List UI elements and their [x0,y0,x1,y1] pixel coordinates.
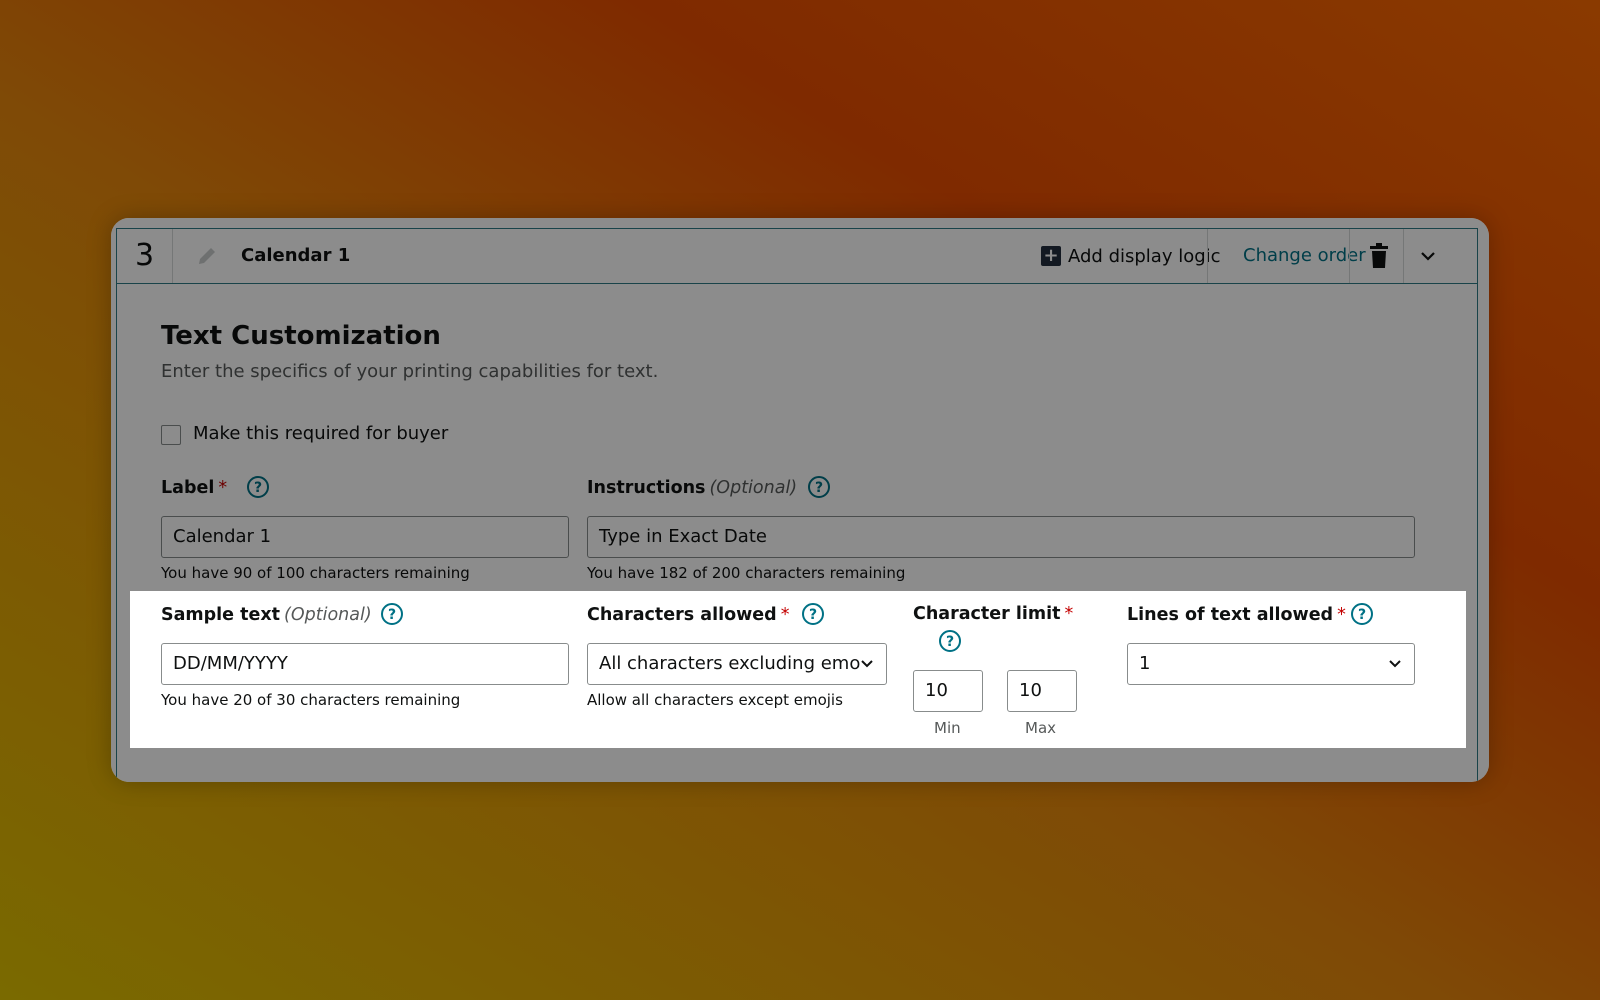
chevron-down-icon[interactable] [1417,245,1439,267]
max-label: Max [1025,719,1057,737]
required-mark: * [1337,605,1346,625]
plus-icon: + [1041,246,1061,266]
header-divider [1349,229,1350,283]
lines-allowed-label-text: Lines of text allowed [1127,605,1334,625]
characters-allowed-hint: Allow all characters except emojis [587,691,843,709]
sample-text-input[interactable]: DD/MM/YYYY [161,643,569,685]
svg-text:?: ? [809,607,817,623]
field-title: Calendar 1 [241,245,351,266]
optional-tag: (Optional) [709,478,798,498]
required-mark: * [780,605,790,625]
chevron-down-icon [1389,660,1401,668]
lines-allowed-value: 1 [1139,653,1151,674]
label-field-label: Label * [161,478,227,498]
add-display-logic-button[interactable]: + Add display logic [1041,241,1221,271]
svg-text:?: ? [254,480,262,496]
svg-text:?: ? [388,607,396,623]
header-divider [1403,229,1404,283]
label-char-count: You have 90 of 100 characters remaining [161,564,470,582]
sample-text-label-text: Sample text [161,605,281,625]
help-icon[interactable]: ? [380,602,404,626]
required-checkbox[interactable] [161,425,181,445]
panel-header: 3 Calendar 1 + Add display logic Change … [117,229,1477,284]
add-display-logic-label: Add display logic [1068,245,1221,267]
characters-allowed-value: All characters excluding emo [599,653,861,674]
characters-allowed-select[interactable]: All characters excluding emo [587,643,887,685]
required-checkbox-label[interactable]: Make this required for buyer [193,423,448,444]
customization-card: 3 Calendar 1 + Add display logic Change … [111,218,1489,782]
required-mark: * [218,478,228,498]
characters-allowed-label-text: Characters allowed [587,605,777,625]
label-input[interactable]: Calendar 1 [161,516,569,558]
step-number: 3 [117,229,173,283]
character-limit-label-text: Character limit [913,604,1061,624]
character-limit-label: Character limit * [913,604,1073,624]
sample-text-label: Sample text (Optional) [161,605,372,625]
section-description: Enter the specifics of your printing cap… [161,361,659,382]
change-order-link[interactable]: Change order [1243,245,1366,266]
header-divider [1207,229,1208,283]
help-icon[interactable]: ? [1350,602,1374,626]
instructions-input[interactable]: Type in Exact Date [587,516,1415,558]
characters-allowed-label: Characters allowed * [587,605,789,625]
pencil-icon[interactable] [195,244,219,268]
help-icon[interactable]: ? [246,475,270,499]
help-icon[interactable]: ? [801,602,825,626]
label-field-label-text: Label [161,478,215,498]
optional-tag: (Optional) [284,605,372,625]
trash-icon[interactable] [1367,243,1391,269]
svg-text:?: ? [1358,607,1366,623]
instructions-char-count: You have 182 of 200 characters remaining [587,564,906,582]
svg-text:?: ? [815,480,823,496]
min-label: Min [934,719,961,737]
sample-text-char-count: You have 20 of 30 characters remaining [161,691,461,709]
instructions-label-text: Instructions [587,478,706,498]
svg-text:?: ? [946,634,954,650]
required-mark: * [1064,604,1074,624]
section-title: Text Customization [161,321,441,351]
help-icon[interactable]: ? [938,629,962,653]
help-icon[interactable]: ? [807,475,831,499]
lines-allowed-select[interactable]: 1 [1127,643,1415,685]
character-limit-min-input[interactable]: 10 [913,670,983,712]
lines-allowed-label: Lines of text allowed * [1127,605,1346,625]
chevron-down-icon [861,660,873,668]
character-limit-max-input[interactable]: 10 [1007,670,1077,712]
calendar-field-panel: 3 Calendar 1 + Add display logic Change … [116,228,1478,782]
instructions-field-label: Instructions (Optional) [587,478,797,498]
